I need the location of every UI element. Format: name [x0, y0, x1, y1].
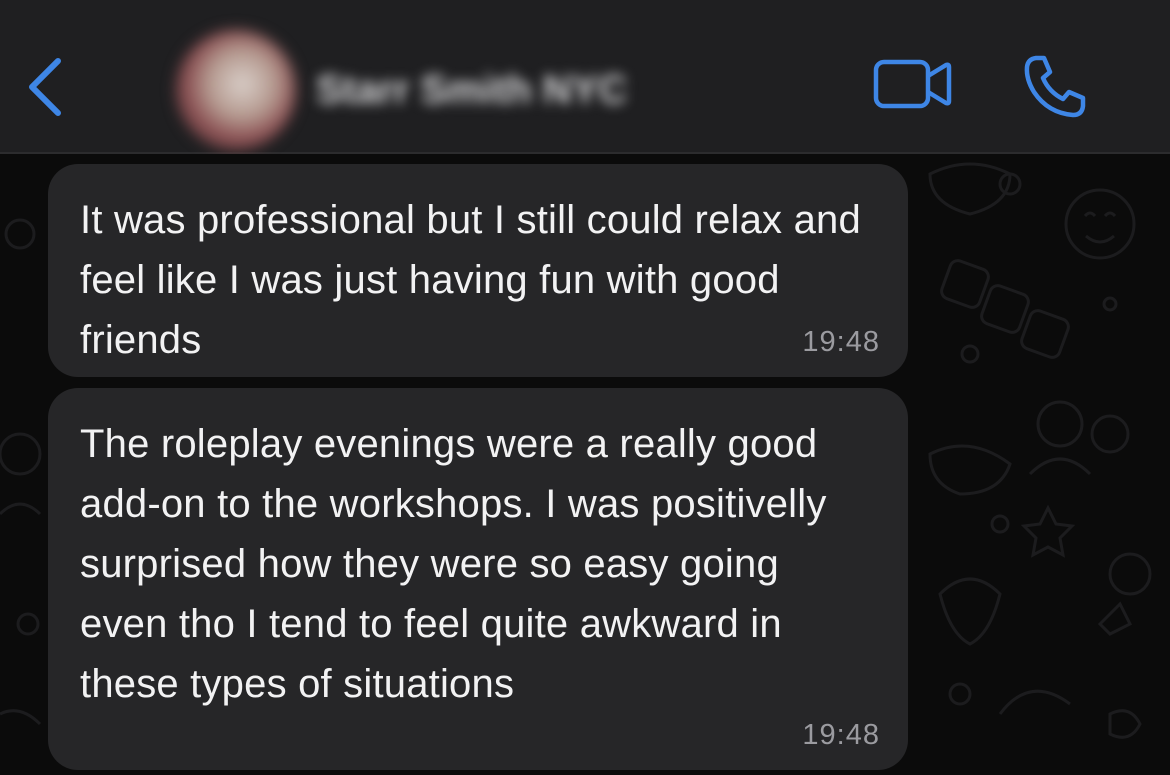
contact-name[interactable]: Starr Smith NYC	[316, 60, 696, 120]
back-button[interactable]	[22, 55, 72, 119]
message-text: The roleplay evenings were a really good…	[80, 422, 827, 706]
video-call-button[interactable]	[870, 56, 954, 112]
message-bubble[interactable]: The roleplay evenings were a really good…	[48, 388, 908, 770]
phone-icon	[1024, 55, 1086, 118]
message-text: It was professional but I still could re…	[80, 198, 861, 362]
message-timestamp: 19:48	[802, 326, 880, 358]
video-camera-icon	[873, 59, 952, 109]
message-bubble[interactable]: It was professional but I still could re…	[48, 164, 908, 377]
avatar[interactable]	[176, 30, 296, 150]
chat-header: Starr Smith NYC	[0, 0, 1170, 154]
message-list[interactable]: It was professional but I still could re…	[0, 154, 1170, 775]
chevron-left-icon	[29, 58, 61, 116]
message-timestamp: 19:48	[802, 719, 880, 751]
voice-call-button[interactable]	[1022, 54, 1088, 120]
